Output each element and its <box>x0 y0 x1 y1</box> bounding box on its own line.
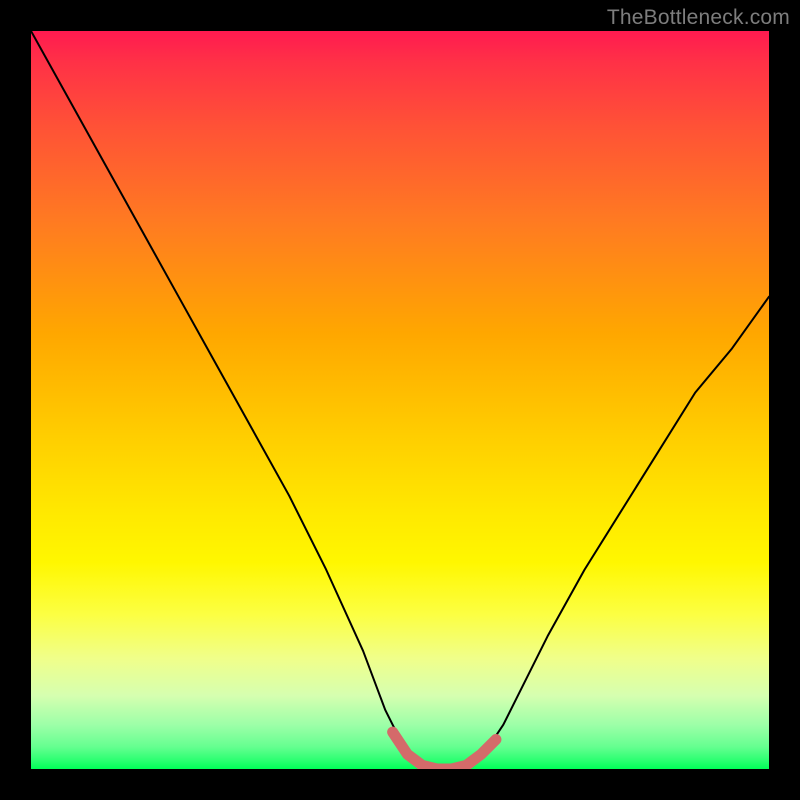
watermark-text: TheBottleneck.com <box>607 6 790 30</box>
optimal-region-highlight <box>393 732 496 769</box>
plot-area <box>31 31 769 769</box>
chart-frame: TheBottleneck.com <box>0 0 800 800</box>
bottleneck-curve <box>31 31 769 769</box>
curve-layer <box>31 31 769 769</box>
